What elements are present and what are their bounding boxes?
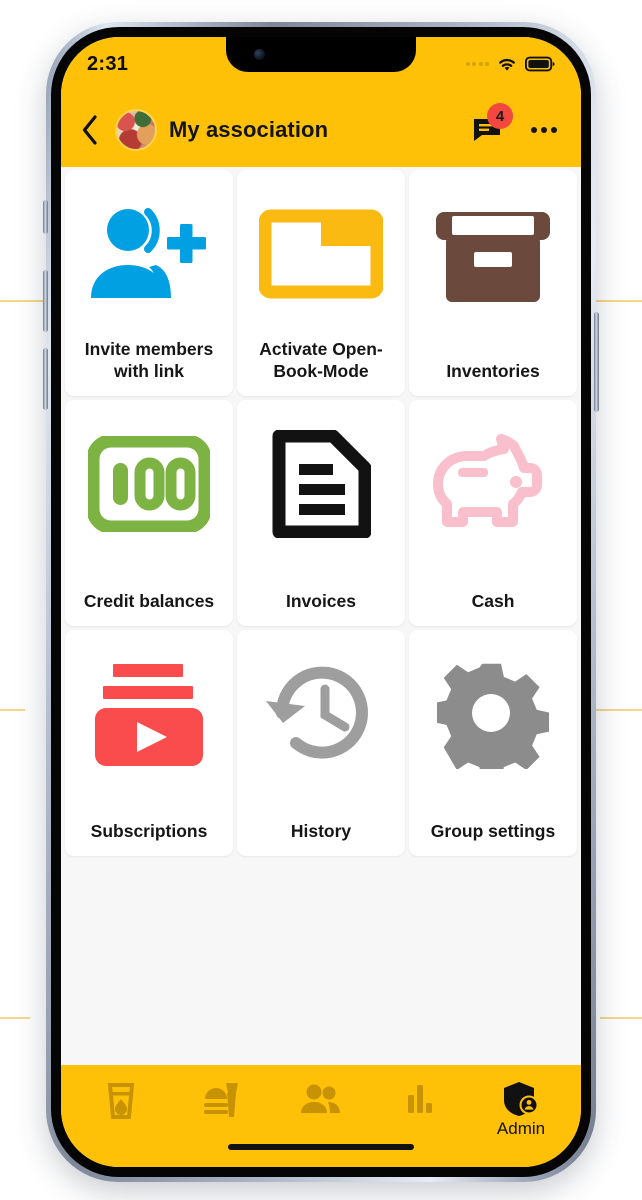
app-bar: My association 4 xyxy=(61,93,581,167)
battery-full-icon xyxy=(525,56,555,72)
drink-glass-icon xyxy=(107,1083,135,1119)
banknote-100-icon xyxy=(88,418,210,550)
fast-food-icon xyxy=(204,1083,238,1117)
nav-item-admin[interactable]: Admin xyxy=(477,1081,565,1139)
overflow-menu-icon[interactable] xyxy=(527,113,561,147)
nav-item-members[interactable] xyxy=(277,1081,365,1121)
nav-label: Admin xyxy=(496,1119,546,1138)
bar-chart-icon xyxy=(408,1085,432,1113)
tile-history[interactable]: History xyxy=(237,630,405,856)
wifi-icon xyxy=(499,58,515,71)
chat-button[interactable]: 4 xyxy=(469,103,513,148)
tile-inventories[interactable]: Inventories xyxy=(409,170,577,396)
tile-cash[interactable]: Cash xyxy=(409,400,577,626)
archive-box-icon xyxy=(436,188,550,320)
tile-invite-members[interactable]: Invite members with link xyxy=(65,170,233,396)
gear-icon xyxy=(437,648,549,780)
tile-label: Subscriptions xyxy=(90,820,208,841)
screenshot-stage: 2:31 My association 4 Invite members wit… xyxy=(0,0,642,1200)
phone-screen: 2:31 My association 4 Invite members wit… xyxy=(61,37,581,1167)
subscriptions-play-icon xyxy=(91,648,207,780)
main-content: Invite members with link Activate Open-B… xyxy=(61,167,581,1065)
phone-bezel: 2:31 My association 4 Invite members wit… xyxy=(51,27,591,1177)
tile-label: Cash xyxy=(471,590,515,611)
guide-line xyxy=(0,1017,30,1019)
front-camera-lens xyxy=(254,49,265,60)
nav-item-stats[interactable] xyxy=(377,1081,465,1119)
chat-badge: 4 xyxy=(487,103,513,129)
back-button[interactable] xyxy=(77,113,103,147)
bottom-navigation: Admin xyxy=(61,1065,581,1167)
nav-item-food[interactable] xyxy=(177,1081,265,1123)
tile-credit-balances[interactable]: Credit balances xyxy=(65,400,233,626)
guide-line xyxy=(596,709,642,711)
tile-open-book-mode[interactable]: Activate Open-Book-Mode xyxy=(237,170,405,396)
status-clock: 2:31 xyxy=(87,53,129,75)
shield-person-icon xyxy=(504,1082,539,1116)
guide-line xyxy=(600,1017,642,1019)
notch xyxy=(226,37,416,72)
status-indicators xyxy=(465,53,556,72)
guide-line xyxy=(588,300,642,302)
tile-subscriptions[interactable]: Subscriptions xyxy=(65,630,233,856)
piggy-bank-icon xyxy=(430,418,556,550)
tile-group-settings[interactable]: Group settings xyxy=(409,630,577,856)
open-folder-icon xyxy=(259,188,383,320)
power-button[interactable] xyxy=(594,312,599,412)
tile-label: History xyxy=(290,820,352,841)
volume-up-button[interactable] xyxy=(43,270,48,332)
people-icon xyxy=(301,1084,340,1113)
chevron-left-icon xyxy=(82,115,97,145)
page-title: My association xyxy=(169,117,329,142)
history-clock-icon xyxy=(262,648,380,780)
avatar[interactable] xyxy=(115,109,157,151)
nav-item-drinks[interactable] xyxy=(77,1081,165,1123)
tile-invoices[interactable]: Invoices xyxy=(237,400,405,626)
phone-frame: 2:31 My association 4 Invite members wit… xyxy=(43,22,599,1182)
tile-label: Group settings xyxy=(430,820,556,841)
tile-label: Credit balances xyxy=(83,590,215,611)
person-add-icon xyxy=(85,188,213,320)
document-lines-icon xyxy=(271,418,371,550)
home-indicator-bar[interactable] xyxy=(228,1144,414,1150)
tile-label: Inventories xyxy=(446,360,540,381)
volume-down-button[interactable] xyxy=(43,348,48,410)
tile-label: Invite members with link xyxy=(84,338,214,381)
tile-label: Activate Open-Book-Mode xyxy=(259,338,383,381)
action-grid: Invite members with link Activate Open-B… xyxy=(63,170,579,856)
tile-label: Invoices xyxy=(285,590,357,611)
guide-line xyxy=(0,709,25,711)
mute-switch-button[interactable] xyxy=(43,200,48,234)
signal-dots-icon xyxy=(465,62,489,66)
